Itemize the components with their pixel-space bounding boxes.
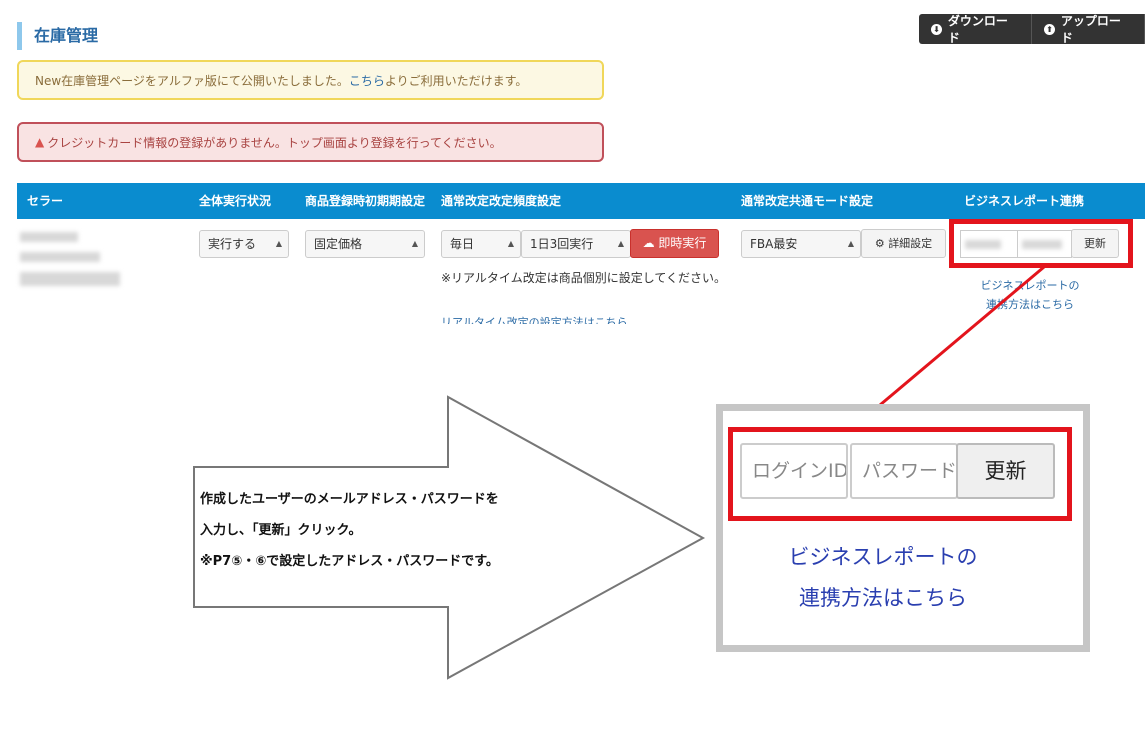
header-business-report: ビジネスレポート連携: [964, 194, 1085, 208]
header-status: 全体実行状況: [199, 194, 272, 208]
seller-id-blurred: [20, 252, 100, 262]
select-arrows-icon: ▲: [411, 239, 418, 248]
detail-settings-label: 詳細設定: [888, 237, 933, 250]
select-arrows-icon: ▲: [507, 239, 514, 248]
header-mode: 通常改定共通モード設定: [741, 194, 874, 208]
frequency-select-value: 毎日: [450, 237, 475, 251]
page-title-text: 在庫管理: [34, 26, 99, 45]
upload-icon: ⬆: [1044, 23, 1055, 35]
table-header: セラー 全体実行状況 商品登録時初期期設定 通常改定改定頻度設定 通常改定共通モ…: [17, 183, 1145, 219]
status-select[interactable]: 実行する ▲: [199, 230, 289, 258]
header-seller: セラー: [27, 194, 64, 208]
business-report-help-link[interactable]: ビジネスレポートの 連携方法はこちら: [960, 276, 1100, 314]
detail-settings-button[interactable]: ⚙ 詳細設定: [861, 229, 946, 258]
page-title: 在庫管理: [17, 22, 98, 50]
upload-label: アップロード: [1060, 14, 1121, 45]
status-select-value: 実行する: [208, 237, 257, 251]
info-alert-text: New在庫管理ページをアルファ版にて公開いたしました。: [35, 73, 349, 88]
mode-select-value: FBA最安: [750, 237, 798, 251]
run-now-button[interactable]: ☁ 即時実行: [630, 229, 719, 258]
download-label: ダウンロード: [947, 14, 1008, 45]
warning-alert-text: クレジットカード情報の登録がありません。トップ画面より登録を行ってください。: [47, 135, 502, 150]
info-alert-link[interactable]: こちら: [349, 72, 385, 89]
biz-link-line2: 連携方法はこちら: [986, 298, 1074, 311]
mode-select[interactable]: FBA最安 ▲: [741, 230, 861, 258]
initial-price-select[interactable]: 固定価格 ▲: [305, 230, 425, 258]
frequency-select[interactable]: 毎日 ▲: [441, 230, 521, 258]
header-initial: 商品登録時初期期設定: [305, 194, 426, 208]
warning-alert: ▲ クレジットカード情報の登録がありません。トップ画面より登録を行ってください。: [17, 122, 604, 162]
highlight-box: [949, 219, 1133, 268]
warning-icon: ▲: [35, 135, 45, 149]
select-arrows-icon: ▲: [275, 239, 282, 248]
select-arrows-icon: ▲: [847, 239, 854, 248]
header-frequency: 通常改定改定頻度設定: [441, 194, 562, 208]
realtime-note: ※リアルタイム改定は商品個別に設定してください。: [441, 271, 726, 285]
zoom-link-line1[interactable]: ビジネスレポートの: [773, 542, 993, 572]
callout-text: 作成したユーザーのメールアドレス・パスワードを 入力し、「更新」クリック。 ※P…: [200, 484, 499, 577]
info-alert-suffix: よりご利用いただけます。: [384, 73, 528, 88]
seller-name-blurred: [20, 232, 78, 242]
initial-price-select-value: 固定価格: [314, 237, 363, 251]
upload-button[interactable]: ⬆ アップロード: [1032, 14, 1145, 45]
download-icon: ⬇: [931, 23, 942, 35]
zoom-highlight-box: [728, 427, 1072, 521]
realtime-help-link[interactable]: リアルタイム改定の設定方法はこちら: [441, 313, 661, 324]
info-alert: New在庫管理ページをアルファ版にて公開いたしました。 こちら よりご利用いただ…: [17, 60, 604, 100]
gear-icon: ⚙: [874, 237, 885, 250]
times-select-value: 1日3回実行: [530, 237, 594, 251]
biz-link-line1: ビジネスレポートの: [980, 279, 1080, 292]
cloud-icon: ☁: [642, 236, 655, 250]
seller-detail-blurred: [20, 272, 120, 286]
callout-line3: ※P7⑤・⑥で設定したアドレス・パスワードです。: [200, 554, 499, 569]
zoom-link-line2[interactable]: 連携方法はこちら: [773, 583, 993, 613]
top-button-group: ⬇ ダウンロード ⬆ アップロード: [919, 14, 1145, 45]
run-now-label: 即時実行: [658, 236, 707, 250]
callout-line2: 入力し、「更新」クリック。: [200, 523, 362, 538]
times-select[interactable]: 1日3回実行 ▲: [521, 230, 631, 258]
download-button[interactable]: ⬇ ダウンロード: [919, 14, 1032, 45]
select-arrows-icon: ▲: [617, 239, 624, 248]
callout-line1: 作成したユーザーのメールアドレス・パスワードを: [200, 492, 499, 507]
zoom-panel: ログインID パスワード 更新 ビジネスレポートの 連携方法はこちら: [716, 404, 1090, 652]
